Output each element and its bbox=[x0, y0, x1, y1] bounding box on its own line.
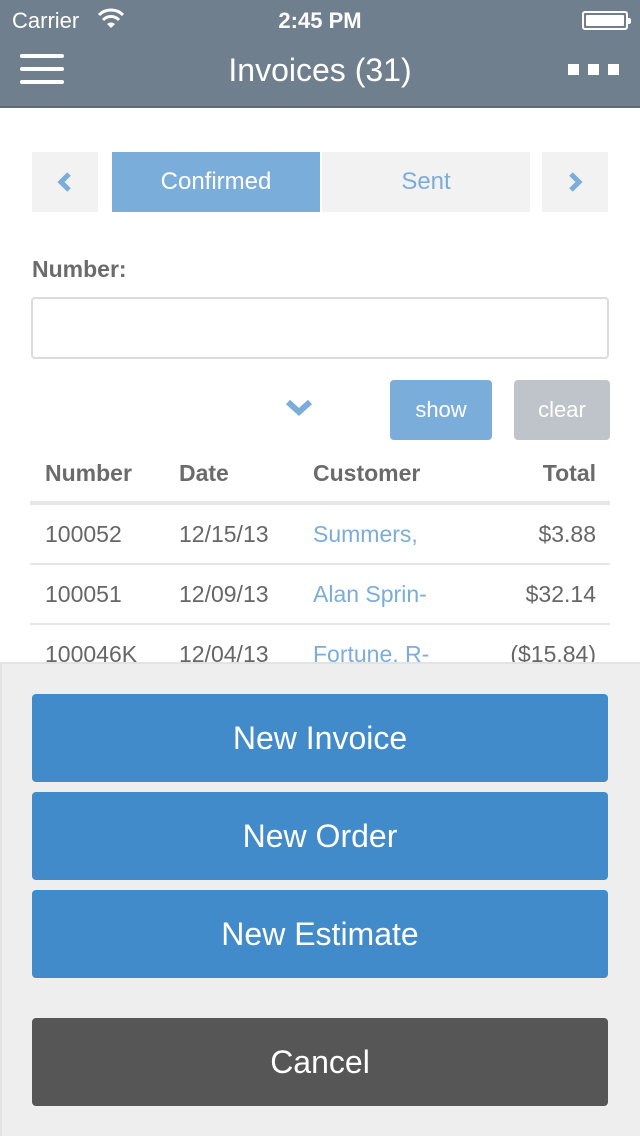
app-header: Carrier 2:45 PM Invoices (31) bbox=[0, 0, 640, 108]
new-order-button[interactable]: New Order bbox=[32, 792, 608, 880]
new-estimate-button[interactable]: New Estimate bbox=[32, 890, 608, 978]
show-button[interactable]: show bbox=[390, 380, 492, 440]
customer-link[interactable]: Summers, bbox=[313, 505, 418, 563]
number-input[interactable] bbox=[31, 297, 609, 359]
page-title: Invoices (31) bbox=[228, 52, 412, 88]
tab-confirmed[interactable]: Confirmed bbox=[112, 152, 320, 212]
header-total[interactable]: Total bbox=[543, 445, 596, 501]
customer-link[interactable]: Alan Sprin- bbox=[313, 565, 427, 623]
invoice-date: 12/15/13 bbox=[179, 520, 269, 547]
table-header: Number Date Customer Total bbox=[30, 445, 610, 505]
next-tab-button[interactable] bbox=[542, 152, 608, 212]
battery-icon bbox=[582, 11, 631, 30]
tab-sent[interactable]: Sent bbox=[322, 152, 530, 212]
invoices-table: Number Date Customer Total 100052 12/15/… bbox=[30, 445, 610, 685]
chevron-right-icon bbox=[569, 172, 583, 192]
status-bar: Carrier 2:45 PM bbox=[0, 0, 640, 40]
more-options-icon[interactable] bbox=[566, 60, 622, 80]
invoice-number: 100052 bbox=[45, 520, 122, 547]
clear-button[interactable]: clear bbox=[514, 380, 610, 440]
new-invoice-button[interactable]: New Invoice bbox=[32, 694, 608, 782]
clock: 2:45 PM bbox=[278, 8, 362, 33]
invoice-total: $32.14 bbox=[525, 580, 596, 607]
header-date[interactable]: Date bbox=[179, 445, 229, 501]
action-sheet: New Invoice New Order New Estimate Cance… bbox=[0, 662, 640, 1136]
prev-tab-button[interactable] bbox=[32, 152, 98, 212]
header-customer[interactable]: Customer bbox=[313, 445, 420, 501]
invoice-date: 12/09/13 bbox=[179, 580, 269, 607]
cancel-button[interactable]: Cancel bbox=[32, 1018, 608, 1106]
number-label: Number: bbox=[32, 256, 127, 282]
chevron-down-icon[interactable] bbox=[285, 398, 313, 418]
header-number[interactable]: Number bbox=[45, 445, 132, 501]
invoice-total: $3.88 bbox=[538, 520, 596, 547]
table-row[interactable]: 100052 12/15/13 Summers, $3.88 bbox=[30, 505, 610, 565]
invoice-number: 100051 bbox=[45, 580, 122, 607]
table-row[interactable]: 100051 12/09/13 Alan Sprin- $32.14 bbox=[30, 565, 610, 625]
chevron-left-icon bbox=[57, 172, 71, 192]
